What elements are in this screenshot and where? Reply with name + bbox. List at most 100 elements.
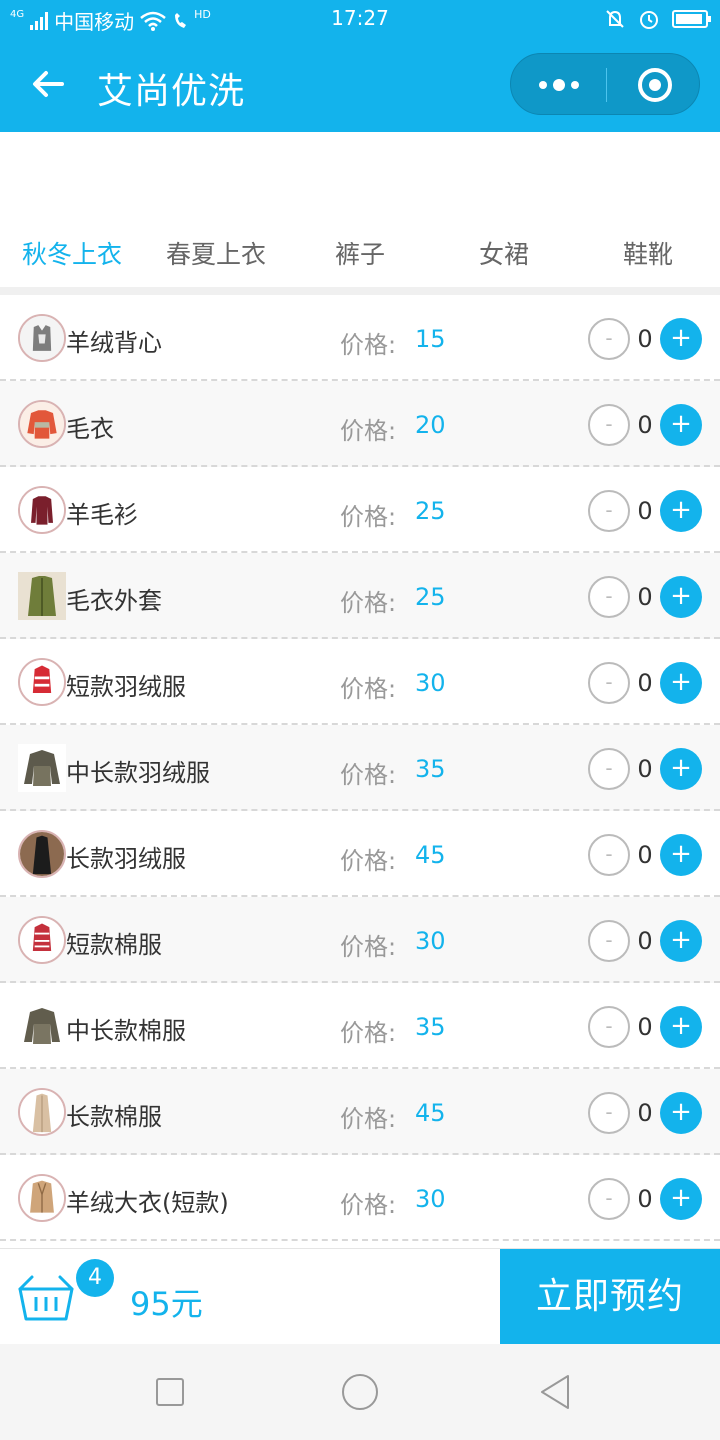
decrease-button[interactable]: -	[588, 490, 630, 532]
decrease-button[interactable]: -	[588, 920, 630, 962]
item-quantity: 0	[637, 1099, 653, 1127]
increase-button[interactable]: +	[660, 834, 702, 876]
decrease-button[interactable]: -	[588, 576, 630, 618]
list-item: 羊绒大衣(短款) 价格: 30 - 0 +	[0, 1155, 720, 1241]
item-name: 短款棉服	[66, 931, 162, 959]
decrease-button[interactable]: -	[588, 1006, 630, 1048]
short-down-jacket-icon	[18, 658, 66, 706]
decrease-button[interactable]: -	[588, 404, 630, 446]
decrease-button[interactable]: -	[588, 1092, 630, 1134]
price-label: 价格:	[340, 1105, 397, 1133]
tab-skirts[interactable]: 女裙	[432, 230, 576, 280]
decrease-button[interactable]: -	[588, 318, 630, 360]
item-name: 羊毛衫	[66, 501, 138, 529]
decrease-button[interactable]: -	[588, 834, 630, 876]
price-label: 价格:	[340, 675, 397, 703]
mini-program-capsule	[510, 53, 700, 115]
price-label: 价格:	[340, 331, 397, 359]
tab-autumn-winter-tops[interactable]: 秋冬上衣	[0, 230, 144, 280]
increase-button[interactable]: +	[660, 662, 702, 704]
item-quantity: 0	[637, 411, 653, 439]
price-label: 价格:	[340, 1019, 397, 1047]
item-quantity: 0	[637, 497, 653, 525]
increase-button[interactable]: +	[660, 1006, 702, 1048]
price-label: 价格:	[340, 1191, 397, 1219]
home-icon[interactable]	[342, 1374, 378, 1410]
increase-button[interactable]: +	[660, 920, 702, 962]
more-icon[interactable]	[539, 79, 579, 91]
page-title: 艾尚优洗	[97, 71, 246, 112]
close-mini-program-icon[interactable]	[638, 68, 672, 102]
price-label: 价格:	[340, 503, 397, 531]
alarm-icon	[640, 11, 658, 29]
basket-icon[interactable]	[16, 1273, 76, 1323]
increase-button[interactable]: +	[660, 318, 702, 360]
decrease-button[interactable]: -	[588, 662, 630, 704]
increase-button[interactable]: +	[660, 748, 702, 790]
back-triangle-icon[interactable]	[536, 1372, 576, 1412]
item-list: 羊绒背心 价格: 15 - 0 + 毛衣 价格: 20 - 0 + 羊毛衫 价格…	[0, 295, 720, 1241]
recent-apps-icon[interactable]	[156, 1378, 184, 1406]
tabs-divider	[0, 287, 720, 295]
nav-bar: 艾尚优洗	[0, 38, 720, 132]
price-label: 价格:	[340, 589, 397, 617]
capsule-divider	[606, 68, 607, 102]
battery-icon	[672, 10, 711, 28]
item-quantity: 0	[637, 755, 653, 783]
back-arrow-icon[interactable]	[28, 64, 68, 104]
item-price: 45	[415, 1099, 446, 1127]
increase-button[interactable]: +	[660, 1178, 702, 1220]
list-item: 毛衣 价格: 20 - 0 +	[0, 381, 720, 467]
item-price: 30	[415, 927, 446, 955]
item-quantity: 0	[637, 1013, 653, 1041]
sweater-icon	[18, 400, 66, 448]
item-name: 毛衣外套	[66, 587, 162, 615]
vest-icon	[18, 314, 66, 362]
long-cotton-coat-icon	[18, 1088, 66, 1136]
list-item: 长款棉服 价格: 45 - 0 +	[0, 1069, 720, 1155]
tab-spring-summer-tops[interactable]: 春夏上衣	[144, 230, 288, 280]
item-name: 短款羽绒服	[66, 673, 186, 701]
list-item: 长款羽绒服 价格: 45 - 0 +	[0, 811, 720, 897]
decrease-button[interactable]: -	[588, 1178, 630, 1220]
book-now-button[interactable]: 立即预约	[500, 1249, 720, 1345]
vibrate-icon	[606, 10, 624, 28]
mid-cotton-coat-icon	[18, 1002, 66, 1050]
tab-shoes[interactable]: 鞋靴	[576, 230, 720, 280]
increase-button[interactable]: +	[660, 404, 702, 446]
item-price: 35	[415, 1013, 446, 1041]
item-name: 毛衣	[66, 415, 114, 443]
cart-count-badge: 4	[76, 1259, 114, 1297]
item-name: 长款棉服	[66, 1103, 162, 1131]
item-quantity: 0	[637, 841, 653, 869]
list-item: 短款棉服 价格: 30 - 0 +	[0, 897, 720, 983]
item-price: 35	[415, 755, 446, 783]
item-price: 45	[415, 841, 446, 869]
increase-button[interactable]: +	[660, 490, 702, 532]
short-cotton-coat-icon	[18, 916, 66, 964]
increase-button[interactable]: +	[660, 1092, 702, 1134]
item-quantity: 0	[637, 669, 653, 697]
category-tabs: 秋冬上衣 春夏上衣 裤子 女裙 鞋靴	[0, 230, 720, 280]
tab-pants[interactable]: 裤子	[288, 230, 432, 280]
price-label: 价格:	[340, 933, 397, 961]
list-item: 中长款棉服 价格: 35 - 0 +	[0, 983, 720, 1069]
cart-bar: 4 95元 立即预约	[0, 1248, 720, 1345]
decrease-button[interactable]: -	[588, 748, 630, 790]
item-name: 长款羽绒服	[66, 845, 186, 873]
cardigan-icon	[18, 572, 66, 620]
item-price: 30	[415, 1185, 446, 1213]
list-item: 羊绒背心 价格: 15 - 0 +	[0, 295, 720, 381]
price-label: 价格:	[340, 761, 397, 789]
item-name: 羊绒背心	[66, 329, 162, 357]
list-item: 羊毛衫 价格: 25 - 0 +	[0, 467, 720, 553]
price-label: 价格:	[340, 847, 397, 875]
item-name: 中长款羽绒服	[66, 759, 210, 787]
cashmere-coat-icon	[18, 1174, 66, 1222]
increase-button[interactable]: +	[660, 576, 702, 618]
item-quantity: 0	[637, 927, 653, 955]
cart-total: 95元	[130, 1285, 203, 1323]
item-quantity: 0	[637, 1185, 653, 1213]
item-quantity: 0	[637, 583, 653, 611]
item-price: 30	[415, 669, 446, 697]
